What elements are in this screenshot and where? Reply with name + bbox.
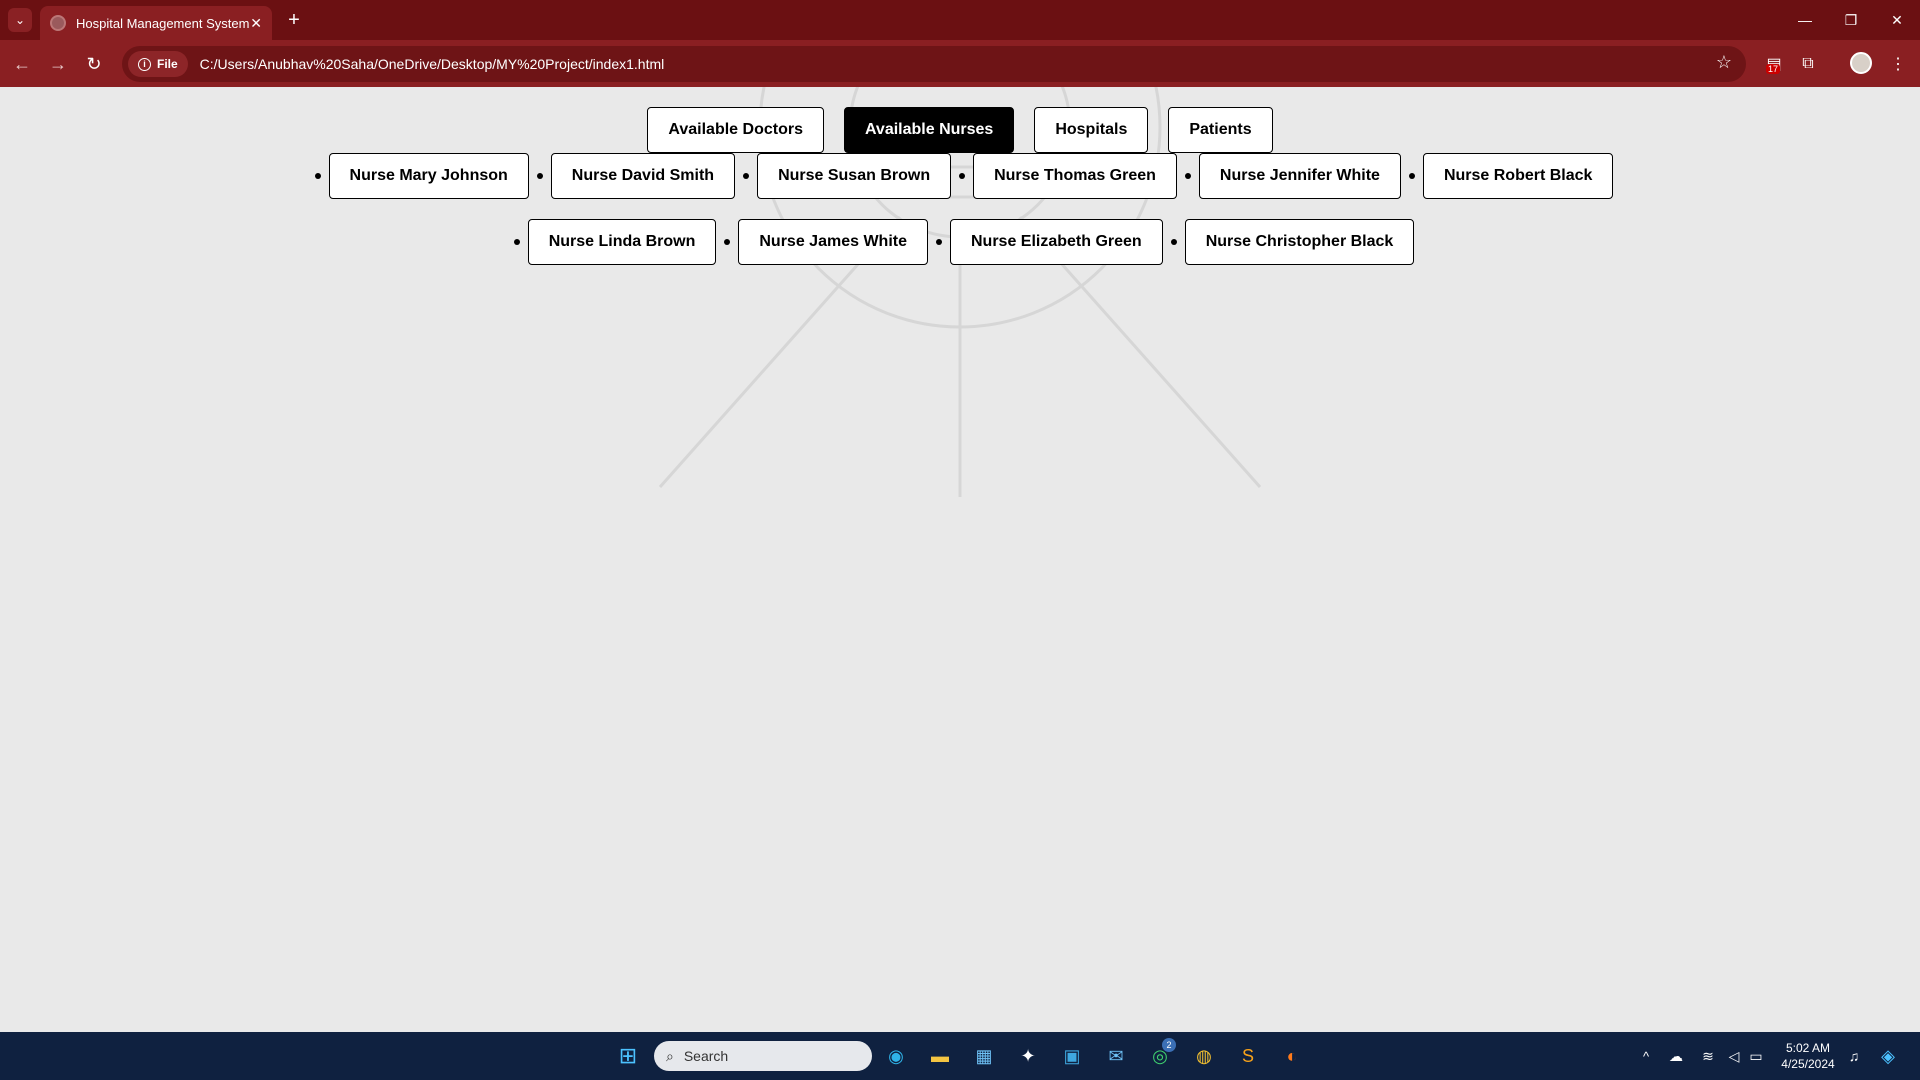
battery-icon[interactable]: ▭	[1742, 1042, 1770, 1070]
list-item: Nurse Jennifer White	[1177, 153, 1401, 199]
nurse-button[interactable]: Nurse David Smith	[550, 153, 736, 199]
bullet-icon	[1184, 173, 1191, 179]
info-icon: i	[138, 57, 151, 71]
browser-toolbar: ← → ↻ i File C:/Users/Anubhav%20Saha/One…	[0, 40, 1920, 87]
nav-patients-button[interactable]: Patients	[1168, 107, 1273, 153]
nurse-button[interactable]: Nurse James White	[738, 219, 928, 265]
page-content: Available Doctors Available Nurses Hospi…	[0, 87, 1920, 1032]
clock-time: 5:02 AM	[1785, 1041, 1831, 1055]
close-tab-icon[interactable]: ✕	[250, 15, 262, 32]
bullet-icon	[536, 173, 543, 179]
taskbar-search[interactable]: ⌕ Search	[654, 1041, 872, 1071]
taskbar-clock[interactable]: 5:02 AM 4/25/2024	[1776, 1040, 1840, 1072]
copilot-icon[interactable]: ◈	[1874, 1042, 1902, 1070]
menu-kebab-icon[interactable]: ⋮	[1886, 52, 1910, 76]
main-nav: Available Doctors Available Nurses Hospi…	[0, 107, 1920, 153]
nurse-button[interactable]: Nurse Thomas Green	[973, 153, 1177, 199]
tab-search-button[interactable]: ⌄	[8, 8, 32, 32]
sublime-text-icon[interactable]: S	[1234, 1042, 1262, 1070]
chrome-icon[interactable]: ◍	[1190, 1042, 1218, 1070]
bullet-icon	[1408, 173, 1415, 179]
extensions-puzzle-icon[interactable]: ⧉	[1796, 52, 1820, 76]
mail-icon[interactable]: ✉	[1102, 1042, 1130, 1070]
taskbar: ⊞ ⌕ Search ◉ ▬ ▦ ✦ ▣ ✉ ◎ 2 ◍ S ◐ ^ ☁ ≋ ◁…	[0, 1032, 1920, 1080]
nav-hospitals-button[interactable]: Hospitals	[1034, 107, 1149, 153]
nav-available-nurses-button[interactable]: Available Nurses	[843, 107, 1015, 153]
bullet-icon	[314, 173, 321, 179]
windows-start-icon[interactable]: ⊞	[614, 1042, 642, 1070]
list-item: Nurse Elizabeth Green	[928, 219, 1163, 265]
nurse-list: Nurse Mary Johnson Nurse David Smith Nur…	[210, 153, 1710, 265]
bullet-icon	[743, 173, 750, 179]
browser-tab-bar: ⌄ Hospital Management System ✕ + — ❐ ✕	[0, 0, 1920, 40]
back-button[interactable]: ←	[10, 52, 34, 76]
nav-available-doctors-button[interactable]: Available Doctors	[647, 107, 824, 153]
list-item: Nurse Linda Brown	[506, 219, 717, 265]
list-item: Nurse Mary Johnson	[307, 153, 529, 199]
globe-icon	[50, 15, 66, 31]
site-info-chip[interactable]: i File	[128, 51, 188, 77]
edge-icon[interactable]: ◉	[882, 1042, 910, 1070]
bullet-icon	[724, 239, 731, 245]
list-item: Nurse Christopher Black	[1163, 219, 1415, 265]
new-tab-button[interactable]: +	[282, 8, 306, 32]
address-bar[interactable]: i File C:/Users/Anubhav%20Saha/OneDrive/…	[122, 46, 1746, 82]
file-explorer-icon[interactable]: ▬	[926, 1042, 954, 1070]
tab-title: Hospital Management System	[76, 15, 250, 31]
forward-button[interactable]: →	[46, 52, 70, 76]
list-item: Nurse Thomas Green	[951, 153, 1177, 199]
list-item: Nurse Robert Black	[1401, 153, 1614, 199]
list-item: Nurse Susan Brown	[735, 153, 952, 199]
search-icon: ⌕	[666, 1047, 674, 1064]
minimize-button[interactable]: —	[1782, 0, 1828, 40]
extension-badge: 17	[1766, 64, 1781, 74]
nurse-button[interactable]: Nurse Susan Brown	[757, 153, 952, 199]
nurse-button[interactable]: Nurse Linda Brown	[527, 219, 717, 265]
store-icon[interactable]: ▦	[970, 1042, 998, 1070]
bullet-icon	[935, 239, 942, 245]
nurse-button[interactable]: Nurse Elizabeth Green	[949, 219, 1163, 265]
whatsapp-badge: 2	[1162, 1038, 1176, 1052]
chip-label: File	[157, 57, 178, 71]
nurse-button[interactable]: Nurse Jennifer White	[1198, 153, 1401, 199]
nurse-button[interactable]: Nurse Mary Johnson	[328, 153, 529, 199]
list-item: Nurse David Smith	[529, 153, 736, 199]
onedrive-icon[interactable]: ☁	[1662, 1042, 1690, 1070]
bookmark-star-icon[interactable]: ☆	[1716, 52, 1732, 73]
restore-button[interactable]: ❐	[1828, 0, 1874, 40]
notification-bell-icon[interactable]: ♫	[1840, 1042, 1868, 1070]
tray-overflow-icon[interactable]: ^	[1632, 1042, 1660, 1070]
nurse-button[interactable]: Nurse Robert Black	[1422, 153, 1614, 199]
profile-avatar[interactable]	[1850, 52, 1872, 74]
bullet-icon	[1170, 239, 1177, 245]
url-text[interactable]: C:/Users/Anubhav%20Saha/OneDrive/Desktop…	[200, 56, 665, 72]
firefox-icon[interactable]: ◐	[1278, 1042, 1306, 1070]
browser-tab[interactable]: Hospital Management System ✕	[40, 6, 272, 40]
hp-icon[interactable]: ▣	[1058, 1042, 1086, 1070]
list-item: Nurse James White	[716, 219, 928, 265]
nurse-button[interactable]: Nurse Christopher Black	[1184, 219, 1415, 265]
bullet-icon	[513, 239, 520, 245]
close-window-button[interactable]: ✕	[1874, 0, 1920, 40]
clock-date: 4/25/2024	[1781, 1057, 1835, 1071]
bullet-icon	[959, 173, 966, 179]
reload-button[interactable]: ↻	[82, 52, 106, 76]
dropbox-icon[interactable]: ✦	[1014, 1042, 1042, 1070]
wifi-icon[interactable]: ≋	[1694, 1042, 1722, 1070]
search-placeholder: Search	[683, 1048, 729, 1064]
